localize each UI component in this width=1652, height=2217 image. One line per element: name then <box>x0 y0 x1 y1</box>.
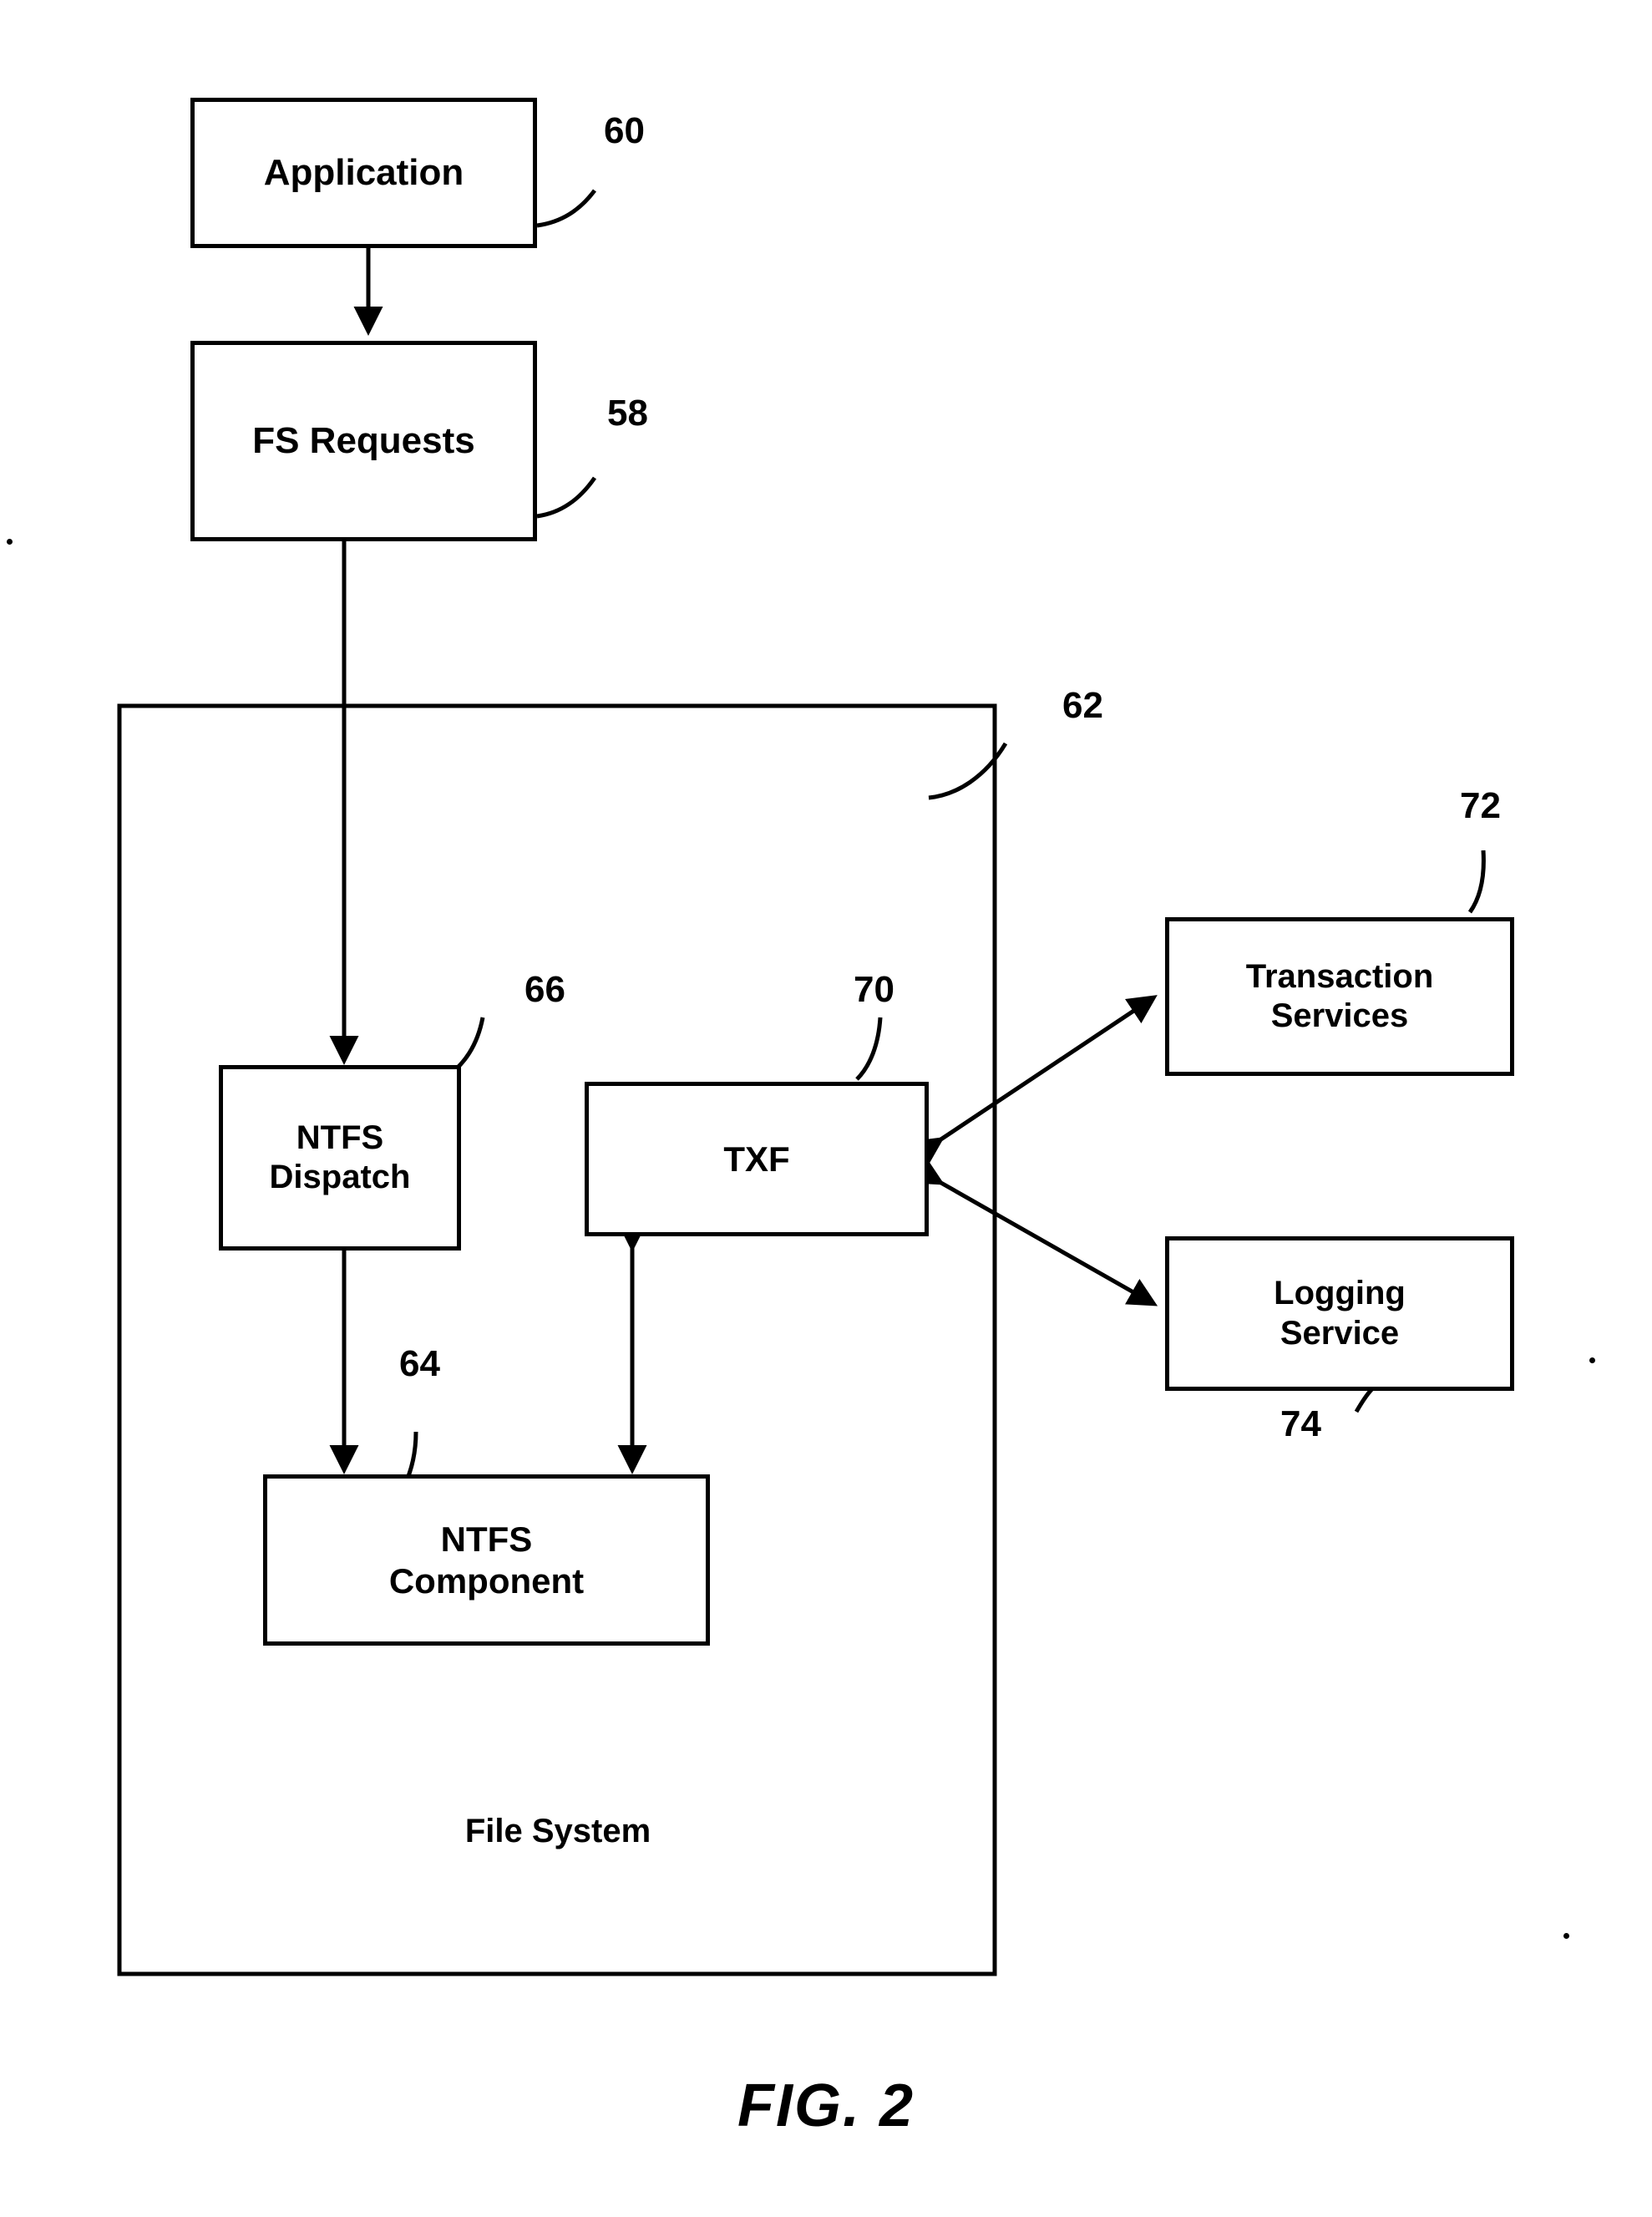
page-speckle <box>1589 1357 1595 1363</box>
node-application: Application <box>190 98 537 248</box>
ref-numeral-66: 66 <box>524 969 565 1011</box>
file-system-label: File System <box>370 1813 746 1850</box>
ref-numeral-62-text: 62 <box>1062 685 1103 726</box>
arrow-txf-to-logging-service <box>912 1157 1158 1306</box>
page-speckle <box>1563 1933 1569 1939</box>
node-txf: TXF <box>585 1082 929 1236</box>
node-transaction-services-label: Transaction Services <box>1245 957 1434 1034</box>
node-txf-label: TXF <box>723 1139 790 1179</box>
node-fs-requests: FS Requests <box>190 341 537 541</box>
node-ntfs-dispatch-label: NTFS Dispatch <box>269 1119 411 1195</box>
node-transaction-services: Transaction Services <box>1165 917 1514 1076</box>
node-application-label: Application <box>263 152 464 194</box>
ref-numeral-58: 58 <box>607 393 648 434</box>
page-speckle <box>7 539 13 545</box>
figure-caption-text: FIG. 2 <box>737 2072 915 2139</box>
file-system-container <box>117 703 997 1976</box>
node-ntfs-component-label: NTFS Component <box>388 1519 585 1601</box>
leader-62 <box>928 742 1008 800</box>
node-logging-service-label: Logging Service <box>1274 1275 1406 1352</box>
file-system-label-text: File System <box>464 1813 651 1849</box>
figure-2-diagram: Application FS Requests NTFS Dispatch TX… <box>0 0 1652 2217</box>
ref-numeral-60: 60 <box>604 110 645 152</box>
leader-58 <box>536 476 597 519</box>
leader-70 <box>855 1017 883 1081</box>
ref-numeral-64: 64 <box>399 1343 440 1385</box>
ref-numeral-62: 62 <box>1062 685 1103 727</box>
ref-numeral-72-text: 72 <box>1460 785 1501 826</box>
ref-numeral-66-text: 66 <box>524 969 565 1010</box>
figure-caption: FIG. 2 <box>0 2072 1652 2140</box>
ref-numeral-74: 74 <box>1280 1403 1321 1445</box>
ref-numeral-58-text: 58 <box>607 393 648 434</box>
ref-numeral-72: 72 <box>1460 785 1501 827</box>
leader-60 <box>536 189 596 228</box>
node-ntfs-dispatch: NTFS Dispatch <box>219 1065 461 1251</box>
node-logging-service: Logging Service <box>1165 1236 1514 1391</box>
ref-numeral-70-text: 70 <box>854 969 894 1010</box>
ref-numeral-60-text: 60 <box>604 110 645 151</box>
leader-72 <box>1467 850 1486 914</box>
ref-numeral-64-text: 64 <box>399 1343 440 1384</box>
arrow-txf-to-transaction-services <box>911 995 1158 1166</box>
node-fs-requests-label: FS Requests <box>252 420 475 462</box>
ref-numeral-70: 70 <box>854 969 894 1011</box>
ref-numeral-74-text: 74 <box>1280 1403 1321 1444</box>
node-ntfs-component: NTFS Component <box>263 1474 710 1646</box>
